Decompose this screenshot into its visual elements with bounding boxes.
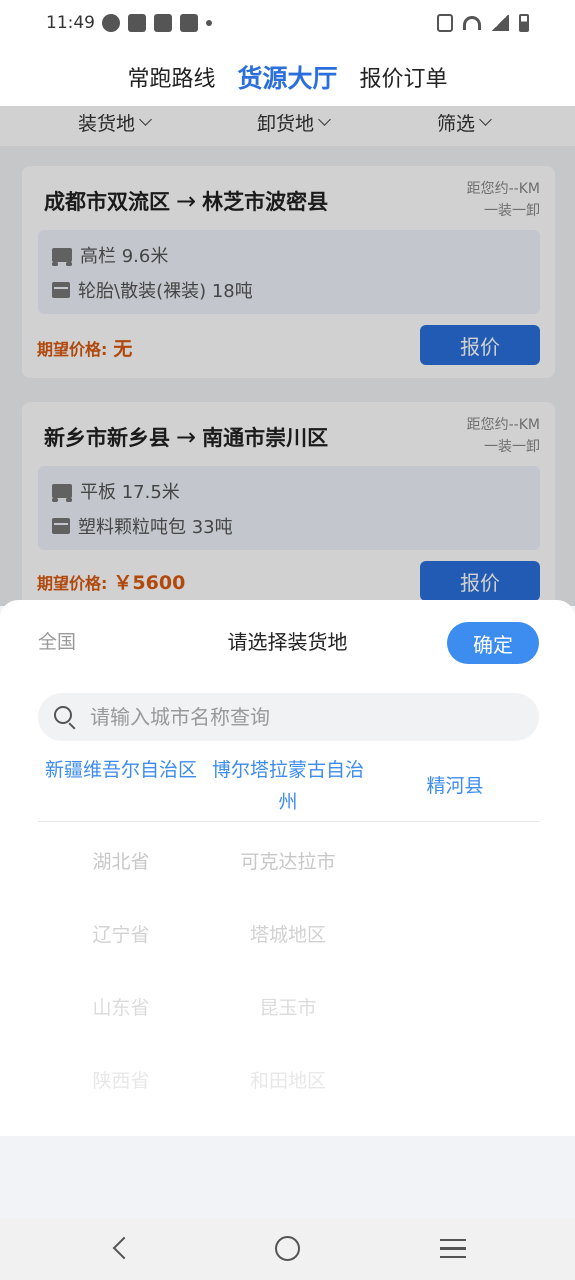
divider — [38, 821, 539, 822]
notification-icons — [102, 14, 212, 32]
search-icon — [54, 706, 72, 724]
selected-prefecture[interactable]: 博尔塔拉蒙古自治州 — [205, 754, 371, 818]
location-picker-sheet: 全国 请选择装货地 确定 新疆维吾尔自治区 博尔塔拉蒙古自治州 精河县 湖北省 … — [0, 600, 575, 1136]
bag-notification-icon — [154, 14, 172, 32]
more-notifications-icon — [206, 20, 212, 26]
home-icon[interactable] — [275, 1236, 300, 1261]
back-icon[interactable] — [112, 1236, 136, 1260]
tab-cargo-hall[interactable]: 货源大厅 — [237, 59, 337, 95]
wifi-icon — [463, 16, 481, 30]
city-option[interactable]: 和田地区 — [205, 1066, 371, 1093]
bag-notification-icon — [128, 14, 146, 32]
modal-backdrop[interactable] — [0, 106, 575, 606]
signal-icon — [491, 15, 509, 31]
city-option[interactable]: 昆玉市 — [205, 993, 371, 1020]
sheet-footer-area — [0, 1136, 575, 1218]
system-icons — [437, 14, 529, 32]
tab-frequent-routes[interactable]: 常跑路线 — [127, 61, 215, 93]
city-option[interactable]: 塔城地区 — [205, 920, 371, 947]
vibrate-icon — [437, 14, 453, 32]
province-option[interactable]: 湖北省 — [38, 847, 204, 874]
battery-icon — [519, 14, 529, 32]
recent-apps-icon[interactable] — [440, 1239, 466, 1258]
status-time: 11:49 — [46, 13, 95, 33]
province-option[interactable]: 辽宁省 — [38, 920, 204, 947]
bag-notification-icon — [180, 14, 198, 32]
province-option[interactable]: 陕西省 — [38, 1066, 204, 1093]
city-search-input[interactable] — [90, 693, 530, 741]
top-tabs: 常跑路线 货源大厅 报价订单 — [0, 48, 575, 106]
province-option[interactable]: 山东省 — [38, 993, 204, 1020]
system-nav-bar — [0, 1218, 575, 1280]
city-option[interactable]: 可克达拉市 — [205, 847, 371, 874]
confirm-button[interactable]: 确定 — [447, 622, 539, 664]
status-bar: 11:49 — [0, 0, 575, 48]
tab-quote-orders[interactable]: 报价订单 — [360, 61, 448, 93]
city-search — [38, 693, 539, 741]
selected-province[interactable]: 新疆维吾尔自治区 — [38, 754, 204, 786]
selected-county[interactable]: 精河县 — [372, 770, 538, 802]
app-notification-icon — [102, 14, 120, 32]
